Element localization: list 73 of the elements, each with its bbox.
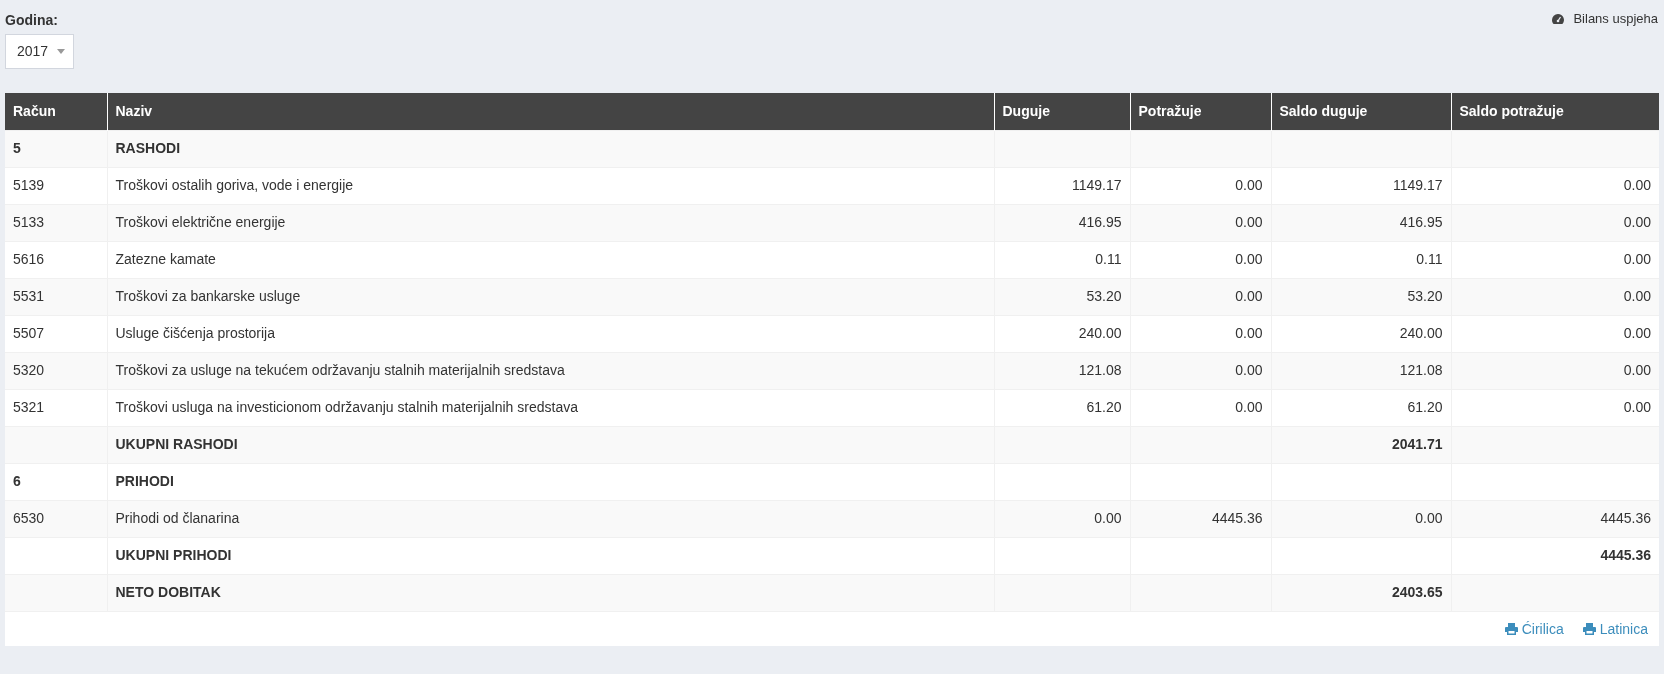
- table-cell: 0.11: [1271, 241, 1451, 278]
- column-header: Saldo duguje: [1271, 93, 1451, 130]
- table-cell: 0.00: [1130, 204, 1271, 241]
- table-cell: 0.00: [1451, 241, 1659, 278]
- table-cell: 5321: [5, 389, 107, 426]
- table-cell: 0.00: [1451, 167, 1659, 204]
- table-cell: 0.00: [1451, 315, 1659, 352]
- table-cell: 5139: [5, 167, 107, 204]
- printer-icon: [1582, 623, 1596, 635]
- table-cell: 0.00: [1130, 389, 1271, 426]
- table-cell: 61.20: [1271, 389, 1451, 426]
- table-cell: 4445.36: [1451, 500, 1659, 537]
- table-cell: 121.08: [994, 352, 1130, 389]
- table-cell: 416.95: [994, 204, 1130, 241]
- column-header: Saldo potražuje: [1451, 93, 1659, 130]
- table-cell: UKUPNI RASHODI: [107, 426, 994, 463]
- table-cell: 4445.36: [1451, 537, 1659, 574]
- table-cell: 0.00: [1451, 278, 1659, 315]
- table-cell: 53.20: [1271, 278, 1451, 315]
- table-cell: 6530: [5, 500, 107, 537]
- table-cell: Zatezne kamate: [107, 241, 994, 278]
- table-cell: 0.00: [994, 500, 1130, 537]
- table-cell: 61.20: [994, 389, 1130, 426]
- table-cell: Troškovi ostalih goriva, vode i energije: [107, 167, 994, 204]
- printer-icon: [1504, 623, 1518, 635]
- table-cell: 4445.36: [1130, 500, 1271, 537]
- table-cell: 5320: [5, 352, 107, 389]
- table-cell: 5531: [5, 278, 107, 315]
- table-cell: 1149.17: [994, 167, 1130, 204]
- print-link[interactable]: Latinica: [1582, 618, 1648, 640]
- print-link[interactable]: Ćirilica: [1504, 618, 1564, 640]
- table-cell: Troškovi za bankarske usluge: [107, 278, 994, 315]
- table-cell: 0.00: [1130, 167, 1271, 204]
- table-cell: 0.00: [1130, 352, 1271, 389]
- table-cell: 240.00: [1271, 315, 1451, 352]
- page-title: Bilans uspjeha: [1573, 10, 1658, 28]
- table-cell: Usluge čišćenja prostorija: [107, 315, 994, 352]
- table-cell: 2403.65: [1271, 574, 1451, 611]
- table-cell: 1149.17: [1271, 167, 1451, 204]
- table-cell: Troškovi za usluge na tekućem održavanju stalnih materijalnih sredstava: [107, 352, 994, 389]
- table-cell: 5507: [5, 315, 107, 352]
- column-header: Potražuje: [1130, 93, 1271, 130]
- table-cell: 0.11: [994, 241, 1130, 278]
- table-cell: 5133: [5, 204, 107, 241]
- table-cell: RASHODI: [107, 130, 994, 167]
- column-header: Duguje: [994, 93, 1130, 130]
- table-cell: UKUPNI PRIHODI: [107, 537, 994, 574]
- year-label: Godina:: [5, 11, 59, 30]
- table-cell: 121.08: [1271, 352, 1451, 389]
- table-cell: Prihodi od članarina: [107, 500, 994, 537]
- table-cell: 0.00: [1130, 278, 1271, 315]
- column-header: Naziv: [107, 93, 994, 130]
- table-cell: 0.00: [1130, 315, 1271, 352]
- caret-icon: [57, 49, 66, 54]
- table-cell: 0.00: [1451, 352, 1659, 389]
- table-cell: 53.20: [994, 278, 1130, 315]
- table-cell: 240.00: [994, 315, 1130, 352]
- table-cell: Troškovi usluga na investicionom održavanju stalnih materijalnih sredstava: [107, 389, 994, 426]
- year-select[interactable]: 2017: [5, 34, 74, 69]
- table-cell: 0.00: [1451, 204, 1659, 241]
- dashboard-icon: [1551, 12, 1566, 25]
- table-cell: 5616: [5, 241, 107, 278]
- table-cell: 0.00: [1271, 500, 1451, 537]
- table-cell: 416.95: [1271, 204, 1451, 241]
- column-header: Račun: [5, 93, 107, 130]
- table-cell: 0.00: [1451, 389, 1659, 426]
- table-cell: Troškovi električne energije: [107, 204, 994, 241]
- table-cell: 0.00: [1130, 241, 1271, 278]
- table-cell: 5: [5, 130, 107, 167]
- table-cell: PRIHODI: [107, 463, 994, 500]
- table-cell: 6: [5, 463, 107, 500]
- table-cell: NETO DOBITAK: [107, 574, 994, 611]
- table-cell: 2041.71: [1271, 426, 1451, 463]
